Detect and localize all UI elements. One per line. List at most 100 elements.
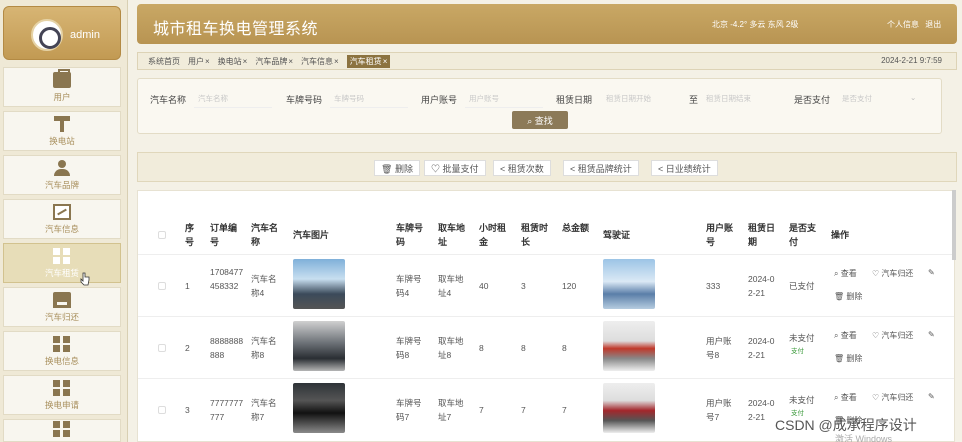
car-image[interactable] (293, 259, 345, 309)
heart-icon: ♡ (872, 269, 882, 278)
sidebar-item-car-rental[interactable]: 汽车租赁 (3, 243, 121, 283)
th-license[interactable]: 驾驶证 (603, 228, 630, 242)
sidebar-item-label: 换电信息 (44, 355, 79, 366)
close-icon[interactable]: × (383, 57, 388, 66)
cell-rent-hours: 3 (521, 281, 526, 291)
close-icon[interactable]: × (205, 57, 210, 66)
date-start-input[interactable]: 租赁日期开始 (606, 93, 651, 104)
share-icon: < (570, 164, 578, 174)
tab-label: 汽车品牌 (255, 56, 288, 66)
plate-label: 车牌号码 (286, 95, 323, 105)
sidebar-item-car-brands[interactable]: 汽车品牌 (3, 155, 121, 195)
cell-account: 333 (706, 281, 721, 291)
delete-row-button[interactable]: 🗑 删除 (834, 291, 862, 302)
pay-link[interactable]: 支付 (791, 345, 804, 359)
th-car-name[interactable]: 汽车名称 (251, 221, 283, 249)
car-image[interactable] (293, 383, 345, 433)
row-checkbox[interactable] (158, 344, 166, 352)
search-button-label: 查找 (534, 115, 553, 126)
th-order-no[interactable]: 订单编号 (210, 221, 244, 249)
sidebar-item-stations[interactable]: 换电站 (3, 111, 121, 151)
avatar[interactable] (31, 19, 63, 51)
edit-icon[interactable]: ✎ (928, 392, 935, 401)
edit-icon[interactable]: ✎ (928, 268, 935, 277)
row-checkbox[interactable] (158, 282, 166, 290)
tab-stations[interactable]: 换电站× (218, 56, 248, 67)
cell-index: 3 (185, 405, 190, 415)
delete-row-button[interactable]: 🗑 删除 (834, 353, 862, 364)
cell-index: 2 (185, 343, 190, 353)
profile-link[interactable]: 个人信息 (887, 20, 919, 29)
close-icon[interactable]: × (288, 57, 293, 66)
tab-label: 用户 (188, 56, 204, 66)
tab-users[interactable]: 用户× (188, 56, 210, 67)
cell-hourly-rent: 8 (479, 343, 484, 353)
license-image[interactable] (603, 383, 655, 433)
sidebar-item-car-info[interactable]: 汽车信息 (3, 199, 121, 239)
rent-count-button[interactable]: < 租赁次数 (493, 160, 551, 176)
return-button[interactable]: ♡ 汽车归还 (872, 392, 913, 403)
sidebar-item-users[interactable]: 用户 (3, 67, 121, 107)
brand-stats-button[interactable]: < 租赁品牌统计 (563, 160, 639, 176)
search-button[interactable]: ⌕ 查找 (512, 111, 568, 129)
sidebar-item-swap-apply[interactable]: 换电申请 (3, 375, 121, 415)
sidebar-item-label: 换电站 (49, 135, 75, 146)
batch-pay-button[interactable]: ♡ 批量支付 (424, 160, 486, 176)
close-icon[interactable]: × (243, 57, 248, 66)
view-label: 查看 (840, 269, 857, 278)
cell-pickup: 取车地址8 (438, 336, 464, 360)
sidebar-item-car-return[interactable]: 汽车归还 (3, 287, 121, 327)
search-panel: 汽车名称 车牌号码 用户账号 租赁日期 租赁日期开始 至 租赁日期结束 是否支付… (137, 78, 942, 134)
view-button[interactable]: ⌕ 查看 (834, 392, 857, 403)
delete-label: 删除 (394, 164, 413, 174)
license-image[interactable] (603, 321, 655, 371)
date-end-input[interactable]: 租赁日期结束 (706, 93, 751, 104)
heart-icon: ♡ (872, 393, 882, 402)
delete-button[interactable]: 🗑 删除 (374, 160, 420, 176)
view-button[interactable]: ⌕ 查看 (834, 268, 857, 279)
th-plate[interactable]: 车牌号码 (396, 221, 424, 249)
tab-car-brands[interactable]: 汽车品牌× (255, 56, 293, 67)
th-hourly-rent[interactable]: 小时租金 (479, 221, 507, 249)
cell-plate: 车牌号码8 (396, 336, 422, 360)
close-icon[interactable]: × (334, 57, 339, 66)
th-car-image[interactable]: 汽车图片 (293, 228, 329, 242)
cell-plate: 车牌号码4 (396, 274, 422, 298)
sidebar-item-swap-info[interactable]: 换电信息 (3, 331, 121, 371)
logout-link[interactable]: 退出 (925, 20, 941, 29)
table-row[interactable]: 1 1708477458332 汽车名称4 车牌号码4 取车地址4 40 3 1… (138, 254, 954, 316)
tab-car-info[interactable]: 汽车信息× (301, 56, 339, 67)
car-name-input[interactable] (194, 90, 272, 108)
paid-select[interactable]: 是否支付 (842, 93, 872, 104)
trash-icon: 🗑 (381, 164, 395, 174)
select-all-checkbox[interactable] (158, 231, 166, 239)
table-row[interactable]: 2 8888888888 汽车名称8 车牌号码8 取车地址8 8 8 8 用户账… (138, 316, 954, 378)
tab-car-rental[interactable]: 汽车租赁× (346, 54, 391, 68)
account-input[interactable] (465, 90, 543, 108)
cell-car-name: 汽车名称7 (251, 398, 277, 422)
row-checkbox[interactable] (158, 406, 166, 414)
account-label: 用户账号 (421, 95, 458, 105)
th-pickup[interactable]: 取车地址 (438, 221, 466, 249)
plate-input[interactable] (330, 90, 408, 108)
th-paid[interactable]: 是否支付 (789, 221, 817, 249)
chevron-down-icon[interactable]: ⌄ (910, 93, 916, 102)
user-box[interactable]: admin (3, 6, 121, 60)
scrollbar[interactable] (952, 190, 956, 260)
license-image[interactable] (603, 259, 655, 309)
hand-cursor-icon (80, 272, 90, 286)
sidebar-item-more[interactable] (3, 419, 121, 442)
tab-home[interactable]: 系统首页 (148, 56, 180, 67)
grid-icon (53, 335, 71, 352)
th-account[interactable]: 用户账号 (706, 221, 734, 249)
daily-stats-button[interactable]: < 日业绩统计 (651, 160, 718, 176)
return-button[interactable]: ♡ 汽车归还 (872, 330, 913, 341)
th-total[interactable]: 总金额 (562, 221, 590, 235)
cell-order-no: 7777777777 (210, 398, 244, 422)
th-rent-date[interactable]: 租赁日期 (748, 221, 776, 249)
view-button[interactable]: ⌕ 查看 (834, 330, 857, 341)
return-button[interactable]: ♡ 汽车归还 (872, 268, 913, 279)
th-rent-hours[interactable]: 租赁时长 (521, 221, 549, 249)
car-image[interactable] (293, 321, 345, 371)
edit-icon[interactable]: ✎ (928, 330, 935, 339)
